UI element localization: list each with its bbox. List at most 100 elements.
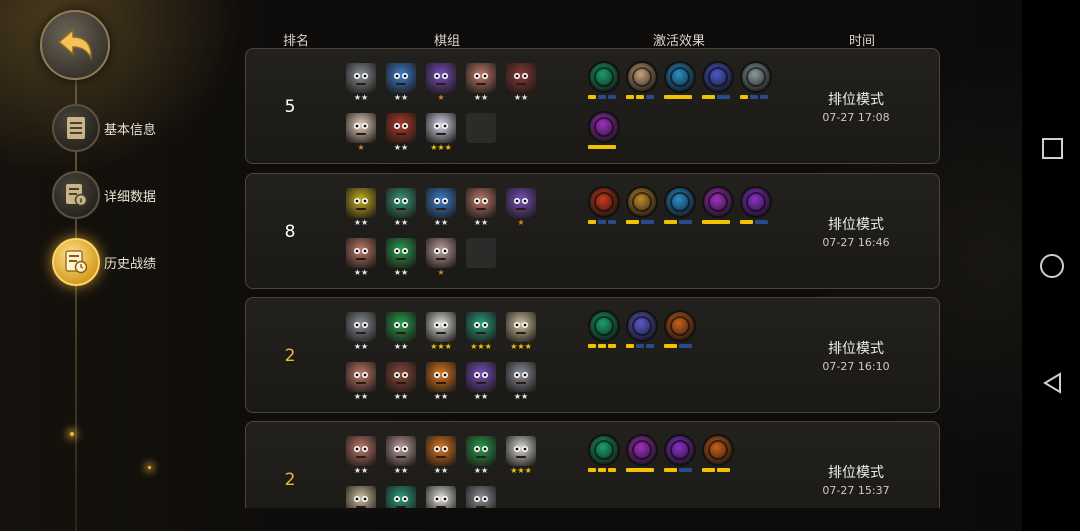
back-button[interactable] (40, 10, 110, 80)
chess-unit-avatar: ★★ (386, 436, 416, 475)
nav-item-history[interactable]: 历史战绩 (52, 238, 156, 286)
paw-icon[interactable] (588, 310, 620, 342)
chess-unit-avatar: ★★ (466, 63, 496, 102)
match-card[interactable]: 5 ★★ ★★ ★ ★★ ★★ ★ ★★ ★★★ 排位模式 07-27 17:08 (245, 48, 940, 164)
feather-icon[interactable] (702, 434, 734, 466)
paw-icon[interactable] (588, 61, 620, 93)
demon-icon[interactable] (702, 186, 734, 218)
paw-icon[interactable] (588, 434, 620, 466)
match-mode: 排位模式 (828, 341, 884, 357)
match-time: 07-27 16:10 (822, 360, 890, 373)
nav-item-detail-data[interactable]: 详细数据 (52, 171, 156, 219)
header-lineup: 棋组 (434, 34, 461, 49)
demon-icon[interactable] (588, 111, 620, 143)
chess-unit-avatar: ★★ (346, 188, 376, 227)
match-card[interactable]: 2 ★★ ★★ ★★★ ★★★ ★★★ ★★ ★★ ★★ ★★ ★★ 排位模式 07-27 16:10 (245, 297, 940, 413)
beast-icon[interactable] (588, 186, 620, 218)
trait-progress-bar (664, 468, 692, 472)
swirl-icon[interactable] (664, 186, 696, 218)
unit-star-rating: ★ (437, 93, 445, 102)
trait-progress-bar (740, 220, 768, 224)
unit-star-rating: ★★ (393, 392, 409, 401)
chess-unit-avatar: ★★ (346, 436, 376, 475)
empty-unit-slot (466, 113, 496, 143)
trait-progress-bar (588, 468, 616, 472)
unit-star-rating: ★★ (393, 93, 409, 102)
unit-star-rating: ★ (517, 218, 525, 227)
unit-star-rating: ★★★ (470, 342, 492, 351)
trait-progress-bar (664, 220, 692, 224)
chess-unit-avatar: ★★ (426, 188, 456, 227)
chess-unit-avatar: ★★ (386, 486, 416, 508)
chess-unit-avatar: ★★ (426, 362, 456, 401)
match-mode: 排位模式 (828, 465, 884, 481)
trait-progress-bar (588, 344, 616, 348)
match-rank: 2 (284, 346, 296, 366)
chess-unit-avatar: ★ (346, 113, 376, 152)
chess-unit-avatar: ★★ (466, 436, 496, 475)
book-icon[interactable] (626, 310, 658, 342)
demon-icon[interactable] (626, 434, 658, 466)
match-time: 07-27 17:08 (822, 111, 890, 124)
chess-unit-avatar: ★★ (466, 486, 496, 508)
chess-unit-avatar: ★★ (466, 362, 496, 401)
header-traits: 激活效果 (653, 34, 706, 49)
match-card[interactable]: 2★★★★★★★★★★★★★★★★★★★排位模式07-27 15:37 (245, 421, 940, 508)
chess-unit-avatar: ★★ (346, 63, 376, 102)
helmet-icon[interactable] (740, 61, 772, 93)
unit-star-rating: ★★ (393, 268, 409, 277)
unit-star-rating: ★★ (353, 268, 369, 277)
unit-star-rating: ★★ (393, 143, 409, 152)
document-icon (52, 104, 100, 152)
unit-star-rating: ★★ (433, 392, 449, 401)
chess-unit-avatar: ★ (426, 238, 456, 277)
gear-icon[interactable] (626, 186, 658, 218)
unit-star-rating: ★★★ (510, 466, 532, 475)
swirl-icon[interactable] (664, 61, 696, 93)
unit-star-rating: ★★ (393, 218, 409, 227)
trait-progress-bar (588, 95, 616, 99)
match-time: 07-27 16:46 (822, 236, 890, 249)
unit-star-rating: ★★ (473, 466, 489, 475)
info-document-icon (52, 171, 100, 219)
home-button[interactable] (1040, 254, 1064, 278)
chess-unit-avatar: ★★ (386, 238, 416, 277)
system-back-button[interactable] (1042, 372, 1062, 394)
chess-unit-avatar: ★★ (346, 486, 376, 508)
nav-item-basic-info[interactable]: 基本信息 (52, 104, 156, 152)
chess-unit-avatar: ★★ (386, 362, 416, 401)
match-rank: 2 (284, 470, 296, 490)
trait-progress-bar (588, 145, 616, 149)
trait-progress-bar (664, 344, 692, 348)
empty-unit-slot (466, 238, 496, 268)
unit-star-rating: ★★ (473, 93, 489, 102)
match-history-list[interactable]: 5 ★★ ★★ ★ ★★ ★★ ★ ★★ ★★★ 排位模式 07-27 17:08 8 ★★ ★★ ★★ ★★… (245, 48, 940, 508)
match-card[interactable]: 8 ★★ ★★ ★★ ★★ ★ ★★ ★★ ★ 排位模式 07-27 16:46 (245, 173, 940, 289)
unit-star-rating: ★★ (353, 218, 369, 227)
chess-unit-avatar: ★★ (346, 362, 376, 401)
match-mode: 排位模式 (828, 92, 884, 108)
chess-unit-avatar: ★★ (426, 436, 456, 475)
unit-star-rating: ★★ (353, 466, 369, 475)
trait-progress-bar (740, 95, 768, 99)
moon-icon[interactable] (664, 434, 696, 466)
unit-star-rating: ★★★ (430, 342, 452, 351)
axe-icon[interactable] (626, 61, 658, 93)
chess-unit-avatar: ★★ (426, 486, 456, 508)
skeleton-icon[interactable] (702, 61, 734, 93)
unit-star-rating: ★★ (433, 218, 449, 227)
back-arrow-icon (57, 28, 92, 61)
unit-star-rating: ★★ (393, 466, 409, 475)
unit-star-rating: ★★ (353, 392, 369, 401)
header-time: 时间 (849, 34, 876, 49)
moon-icon[interactable] (740, 186, 772, 218)
feather-icon[interactable] (664, 310, 696, 342)
unit-star-rating: ★★ (473, 392, 489, 401)
nav-label: 基本信息 (104, 122, 157, 138)
trait-progress-bar (664, 95, 692, 99)
history-document-icon (52, 238, 100, 286)
chess-unit-avatar: ★★★ (506, 312, 536, 351)
chess-unit-avatar: ★★★ (466, 312, 496, 351)
match-rank: 8 (284, 222, 296, 242)
recents-button[interactable] (1042, 138, 1063, 159)
